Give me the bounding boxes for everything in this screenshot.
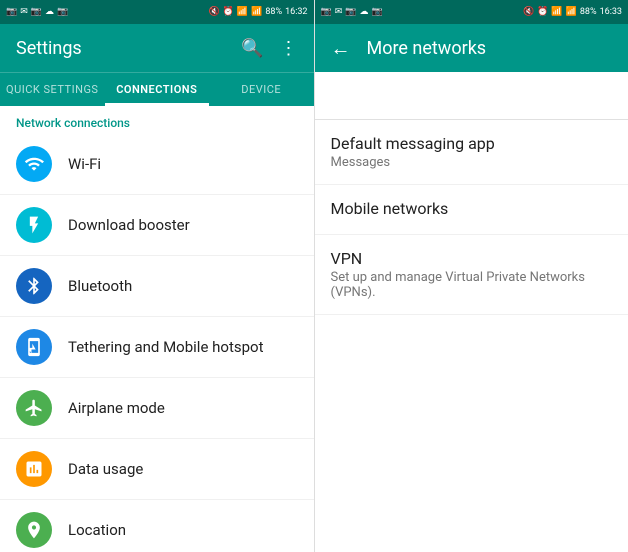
- default-messaging-title: Default messaging app: [331, 134, 613, 153]
- left-time: 16:32: [285, 7, 307, 17]
- back-button[interactable]: ←: [331, 36, 351, 61]
- left-app-icons: 🔍 ⋮: [241, 38, 297, 59]
- search-icon[interactable]: 🔍: [241, 38, 263, 59]
- left-app-title: Settings: [16, 38, 82, 59]
- right-title: More networks: [367, 38, 487, 59]
- section-network-connections: Network connections: [0, 106, 314, 134]
- right-status-right: 🔇⏰📶📶 88% 16:33: [523, 7, 622, 17]
- settings-item-data-usage[interactable]: Data usage: [0, 439, 314, 500]
- default-messaging-subtitle: Messages: [331, 155, 613, 170]
- tab-connections[interactable]: CONNECTIONS: [105, 73, 210, 106]
- vpn-title: VPN: [331, 249, 613, 268]
- download-booster-icon: [16, 207, 52, 243]
- left-app-bar: Settings 🔍 ⋮: [0, 24, 314, 72]
- network-item-vpn[interactable]: VPN Set up and manage Virtual Private Ne…: [315, 235, 628, 315]
- right-app-bar: ← More networks: [315, 24, 628, 72]
- left-battery: 88%: [265, 7, 282, 17]
- network-item-mobile-networks[interactable]: Mobile networks: [315, 185, 628, 235]
- more-options-icon[interactable]: ⋮: [280, 38, 298, 59]
- bluetooth-icon: [16, 268, 52, 304]
- airplane-label: Airplane mode: [68, 399, 165, 417]
- more-networks-list: Default messaging app Messages Mobile ne…: [315, 120, 628, 552]
- location-label: Location: [68, 521, 126, 539]
- right-time: 16:33: [600, 7, 622, 17]
- settings-item-tethering[interactable]: Tethering and Mobile hotspot: [0, 317, 314, 378]
- left-status-icons: 📷✉📷☁📷: [6, 7, 68, 17]
- right-status-bar: 📷✉📷☁📷 🔇⏰📶📶 88% 16:33: [315, 0, 628, 24]
- left-status-bar: 📷✉📷☁📷 🔇⏰📶📶 88% 16:32: [0, 0, 314, 24]
- data-usage-icon: [16, 451, 52, 487]
- mobile-networks-title: Mobile networks: [331, 199, 613, 218]
- tabs-bar: QUICK SETTINGS CONNECTIONS DEVICE: [0, 72, 314, 106]
- download-booster-label: Download booster: [68, 216, 190, 234]
- wifi-label: Wi-Fi: [68, 155, 101, 173]
- network-item-default-messaging[interactable]: Default messaging app Messages: [315, 120, 628, 185]
- data-usage-label: Data usage: [68, 460, 143, 478]
- settings-item-airplane[interactable]: Airplane mode: [0, 378, 314, 439]
- settings-item-location[interactable]: Location: [0, 500, 314, 552]
- wifi-icon: [16, 146, 52, 182]
- bluetooth-label: Bluetooth: [68, 277, 132, 295]
- tethering-label: Tethering and Mobile hotspot: [68, 338, 263, 356]
- settings-list: Wi-Fi Download booster Bluetooth: [0, 134, 314, 552]
- settings-item-download-booster[interactable]: Download booster: [0, 195, 314, 256]
- settings-item-wifi[interactable]: Wi-Fi: [0, 134, 314, 195]
- settings-item-bluetooth[interactable]: Bluetooth: [0, 256, 314, 317]
- right-status-icons: 📷✉📷☁📷: [321, 7, 383, 17]
- tethering-icon: [16, 329, 52, 365]
- tab-quick-settings[interactable]: QUICK SETTINGS: [0, 73, 105, 106]
- right-battery: 88%: [580, 7, 597, 17]
- location-icon: [16, 512, 52, 548]
- vpn-subtitle: Set up and manage Virtual Private Networ…: [331, 270, 613, 300]
- airplane-icon: [16, 390, 52, 426]
- tab-device[interactable]: DEVICE: [209, 73, 314, 106]
- left-status-right: 🔇⏰📶📶 88% 16:32: [208, 7, 307, 17]
